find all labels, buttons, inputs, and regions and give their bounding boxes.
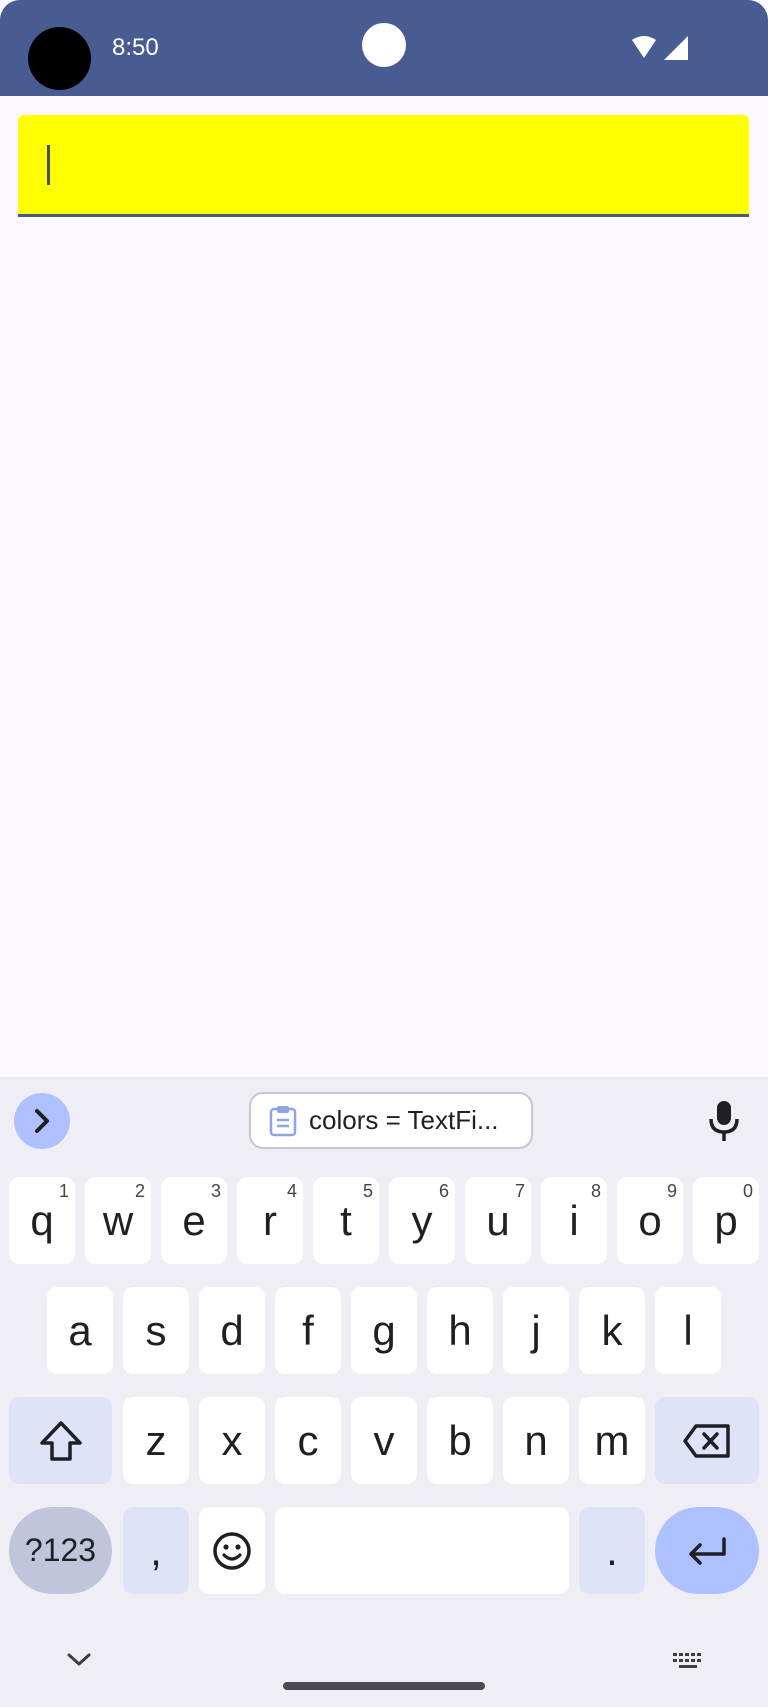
- key-s[interactable]: s: [123, 1287, 189, 1374]
- clipboard-suggestion-chip[interactable]: colors = TextFi...: [249, 1092, 533, 1149]
- key-n[interactable]: n: [503, 1397, 569, 1484]
- key-q[interactable]: q1: [9, 1177, 75, 1264]
- emoji-key[interactable]: [199, 1507, 265, 1594]
- key-hint: 2: [134, 1181, 145, 1201]
- key-label: a: [68, 1306, 92, 1354]
- text-cursor: [47, 145, 50, 185]
- key-label: z: [145, 1416, 167, 1464]
- enter-icon: [689, 1536, 726, 1565]
- key-i[interactable]: i8: [541, 1177, 607, 1264]
- key-k[interactable]: k: [579, 1287, 645, 1374]
- key-c[interactable]: c: [275, 1397, 341, 1484]
- key-e[interactable]: e3: [161, 1177, 227, 1264]
- key-hint: 4: [286, 1181, 297, 1201]
- period-key[interactable]: .: [579, 1507, 645, 1594]
- key-y[interactable]: y6: [389, 1177, 455, 1264]
- key-label: g: [372, 1306, 396, 1354]
- clipboard-icon: [269, 1105, 297, 1136]
- period-key-label: .: [606, 1526, 618, 1574]
- status-time: 8:50: [112, 34, 159, 61]
- key-label: x: [221, 1416, 243, 1464]
- key-label: h: [448, 1306, 472, 1354]
- symbols-key-label: ?123: [24, 1532, 97, 1568]
- backspace-icon: [683, 1423, 730, 1458]
- wifi-signal-icon: [632, 36, 688, 60]
- backspace-key[interactable]: [655, 1397, 759, 1484]
- key-label: u: [486, 1196, 510, 1244]
- space-key[interactable]: [275, 1507, 569, 1594]
- key-hint: 5: [362, 1181, 373, 1201]
- keyboard-toolbar-expand-button[interactable]: [14, 1093, 70, 1149]
- key-t[interactable]: t5: [313, 1177, 379, 1264]
- key-hint: 8: [590, 1181, 601, 1201]
- key-v[interactable]: v: [351, 1397, 417, 1484]
- key-hint: 1: [58, 1181, 69, 1201]
- key-u[interactable]: u7: [465, 1177, 531, 1264]
- key-hint: 3: [210, 1181, 221, 1201]
- key-label: c: [297, 1416, 319, 1464]
- enter-key[interactable]: [655, 1507, 759, 1594]
- key-label: s: [145, 1306, 167, 1354]
- notification-dot: [362, 23, 406, 67]
- home-gesture-bar[interactable]: [283, 1682, 485, 1690]
- key-label: v: [373, 1416, 395, 1464]
- key-label: j: [531, 1306, 541, 1354]
- key-label: b: [448, 1416, 472, 1464]
- key-label: q: [30, 1196, 54, 1244]
- key-b[interactable]: b: [427, 1397, 493, 1484]
- emoji-icon: [213, 1531, 251, 1570]
- key-label: t: [340, 1196, 352, 1244]
- key-label: e: [182, 1196, 206, 1244]
- key-g[interactable]: g: [351, 1287, 417, 1374]
- key-label: m: [594, 1416, 630, 1464]
- key-label: w: [102, 1196, 134, 1244]
- comma-key-label: ,: [150, 1526, 162, 1574]
- key-label: p: [714, 1196, 738, 1244]
- microphone-icon[interactable]: [704, 1099, 744, 1143]
- keyboard-switch-icon[interactable]: [672, 1652, 704, 1670]
- key-d[interactable]: d: [199, 1287, 265, 1374]
- soft-keyboard: colors = TextFi... q1 w2 e3 r4 t5 y6 u7 …: [0, 1077, 768, 1707]
- key-label: r: [263, 1196, 277, 1244]
- status-bar: 8:50: [0, 0, 768, 96]
- key-w[interactable]: w2: [85, 1177, 151, 1264]
- key-z[interactable]: z: [123, 1397, 189, 1484]
- key-f[interactable]: f: [275, 1287, 341, 1374]
- shift-icon: [39, 1420, 82, 1461]
- key-label: d: [220, 1306, 244, 1354]
- key-p[interactable]: p0: [693, 1177, 759, 1264]
- key-l[interactable]: l: [655, 1287, 721, 1374]
- hide-keyboard-chevron-icon[interactable]: [66, 1652, 92, 1668]
- key-label: n: [524, 1416, 548, 1464]
- key-label: f: [302, 1306, 314, 1354]
- key-a[interactable]: a: [47, 1287, 113, 1374]
- key-h[interactable]: h: [427, 1287, 493, 1374]
- key-m[interactable]: m: [579, 1397, 645, 1484]
- comma-key[interactable]: ,: [123, 1507, 189, 1594]
- key-j[interactable]: j: [503, 1287, 569, 1374]
- camera-cutout: [28, 27, 91, 90]
- key-hint: 7: [514, 1181, 525, 1201]
- key-hint: 0: [742, 1181, 753, 1201]
- symbols-key[interactable]: ?123: [9, 1507, 112, 1594]
- key-o[interactable]: o9: [617, 1177, 683, 1264]
- key-x[interactable]: x: [199, 1397, 265, 1484]
- key-label: k: [601, 1306, 623, 1354]
- key-label: i: [569, 1196, 579, 1244]
- key-label: o: [638, 1196, 662, 1244]
- shift-key[interactable]: [9, 1397, 112, 1484]
- text-input-field[interactable]: [18, 115, 749, 217]
- key-label: y: [411, 1196, 433, 1244]
- key-hint: 9: [666, 1181, 677, 1201]
- key-label: l: [683, 1306, 693, 1354]
- clipboard-suggestion-text: colors = TextFi...: [309, 1105, 499, 1135]
- key-hint: 6: [438, 1181, 449, 1201]
- key-r[interactable]: r4: [237, 1177, 303, 1264]
- chevron-right-icon: [35, 1109, 49, 1133]
